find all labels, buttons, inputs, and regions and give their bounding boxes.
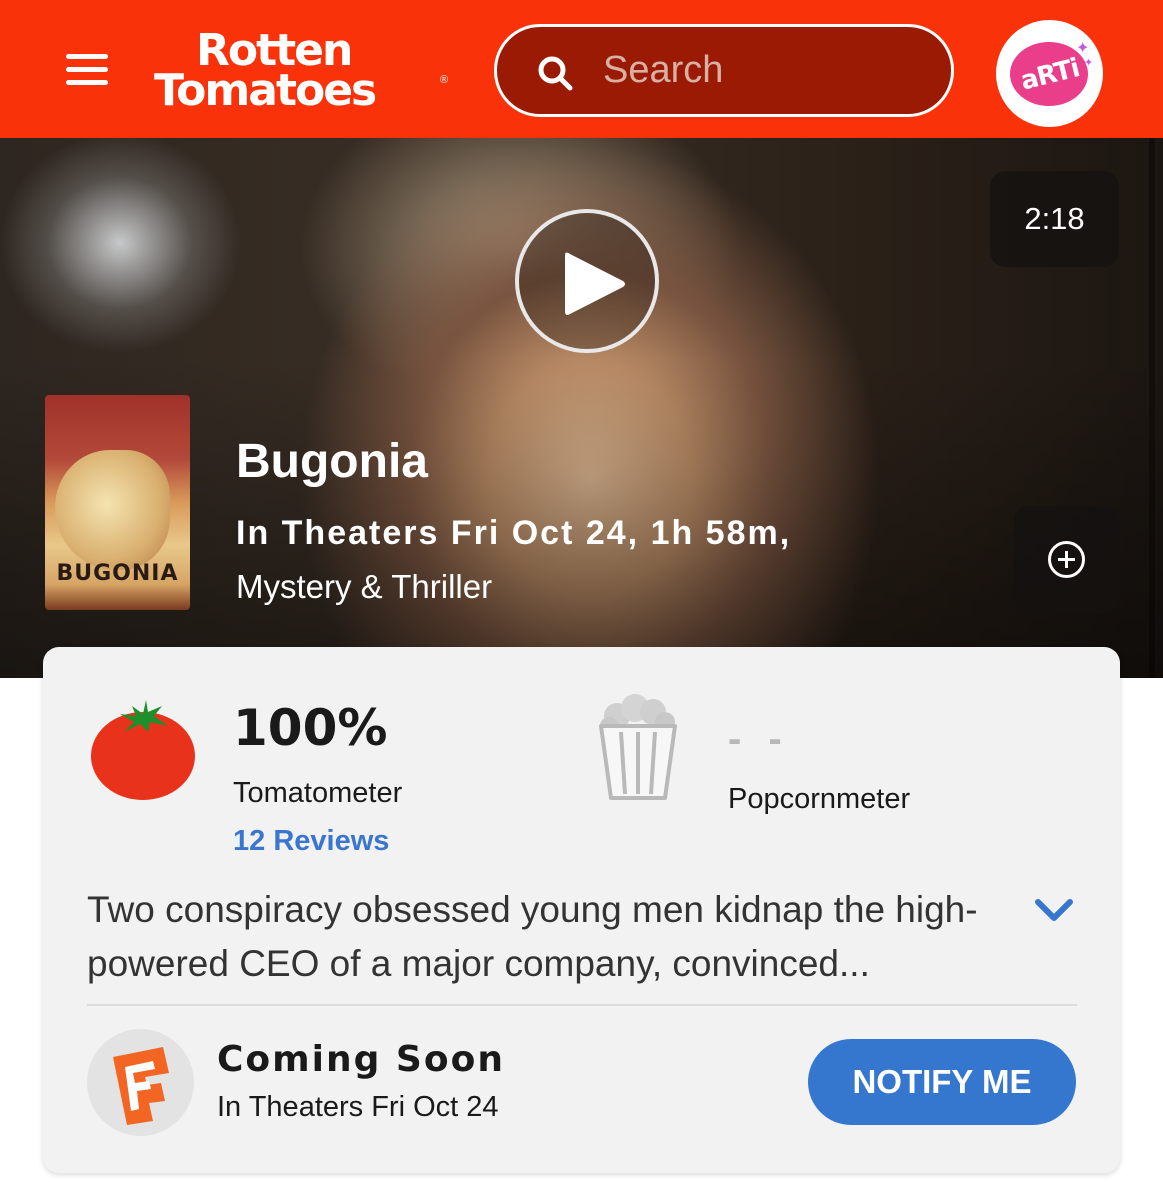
search-bar[interactable] [494, 24, 954, 117]
movie-title: Bugonia [236, 435, 428, 488]
add-circle-icon [1048, 541, 1085, 578]
fandango-icon [87, 1029, 194, 1136]
movie-poster[interactable]: BUGONIA [45, 395, 190, 610]
avatar[interactable]: aRTi ✦ ✦ [996, 20, 1103, 127]
release-status: Coming Soon [217, 1039, 505, 1080]
reviews-link[interactable]: 12 Reviews [233, 825, 389, 858]
menu-icon-bar [66, 54, 108, 59]
movie-release-info: In Theaters Fri Oct 24, 1h 58m, [236, 514, 792, 552]
popcorn-icon [599, 694, 677, 800]
sparkle-icon: ✦ [1076, 40, 1090, 57]
notify-me-button[interactable]: NOTIFY ME [808, 1039, 1076, 1125]
menu-icon[interactable] [62, 48, 114, 92]
logo-registered-mark: ® [440, 74, 449, 86]
search-input[interactable] [603, 45, 923, 95]
movie-genre: Mystery & Thriller [236, 568, 493, 605]
poster-artwork [55, 450, 170, 570]
sparkle-icon: ✦ [1084, 57, 1094, 69]
logo-line-2: Tomatoes [154, 65, 377, 116]
release-date: In Theaters Fri Oct 24 [217, 1091, 499, 1123]
hero-trailer: 2:18 BUGONIA Bugonia In Theaters Fri Oct… [0, 138, 1163, 678]
fandango-f-icon [113, 1047, 169, 1125]
add-to-watchlist-button[interactable] [1014, 506, 1119, 613]
play-button[interactable] [515, 209, 659, 353]
menu-icon-bar [66, 67, 108, 72]
tomato-icon [91, 700, 195, 800]
site-header: Rotten Tomatoes ® aRTi ✦ ✦ [0, 0, 1163, 138]
popcornmeter-label: Popcornmeter [728, 783, 911, 815]
rotten-tomatoes-logo[interactable]: Rotten Tomatoes ® [152, 28, 452, 118]
divider [87, 1004, 1077, 1006]
chevron-down-icon[interactable] [1033, 895, 1075, 925]
tomatometer-score: 100% [233, 699, 388, 757]
popcornmeter-score: - - [728, 717, 790, 761]
scrollbar[interactable] [1149, 138, 1155, 678]
search-icon [538, 56, 573, 91]
menu-icon-bar [66, 80, 108, 85]
movie-synopsis: Two conspiracy obsessed young men kidnap… [87, 889, 978, 984]
play-icon [565, 252, 625, 315]
video-duration: 2:18 [990, 171, 1119, 267]
score-card: 100% Tomatometer 12 Reviews - - Popcornm… [43, 647, 1120, 1173]
tomatometer-label: Tomatometer [233, 777, 403, 809]
poster-title: BUGONIA [56, 561, 179, 586]
